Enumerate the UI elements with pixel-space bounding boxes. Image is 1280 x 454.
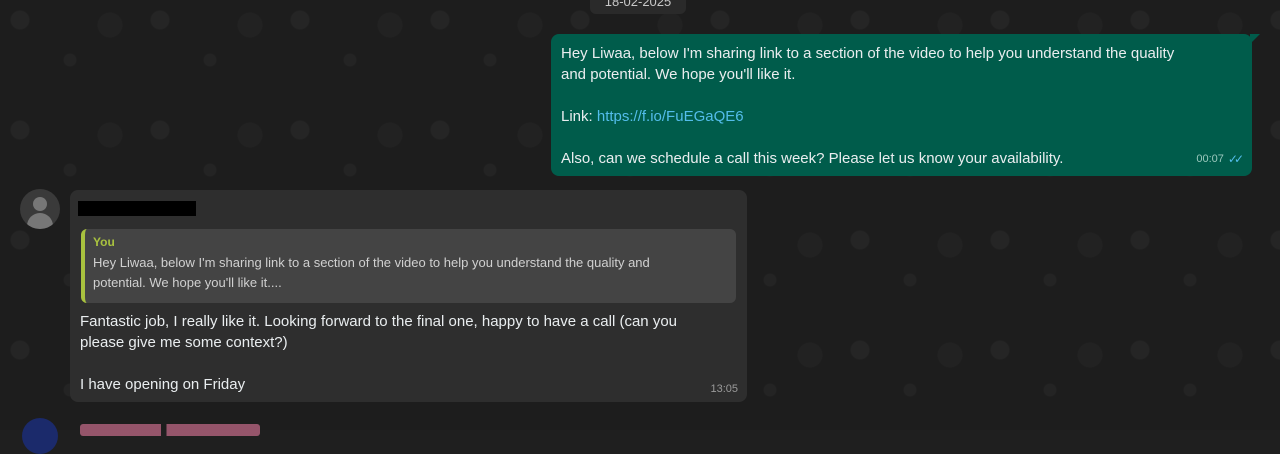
double-check-read-icon: ✓✓ [1227, 152, 1244, 166]
message-text-line: Also, can we schedule a call this week? … [561, 150, 1064, 167]
next-sender-name [80, 424, 260, 436]
sender-name-redacted [78, 201, 196, 216]
message-text-line: Hey Liwaa, below I'm sharing link to a s… [561, 45, 1175, 62]
message-text-line: and potential. We hope you'll like it. [561, 66, 796, 83]
incoming-message-text: Fantastic job, I really like it. Looking… [80, 311, 730, 395]
message-text-line: I have opening on Friday [80, 376, 246, 393]
message-text-line: Fantastic job, I really like it. Looking… [80, 313, 677, 330]
message-text-line: please give me some context?) [80, 334, 288, 351]
message-time: 13:05 [710, 383, 738, 395]
avatar-head [33, 197, 47, 211]
message-link-line: Link: https://f.io/FuEGaQE6 [561, 106, 1242, 127]
outgoing-message-bubble[interactable]: Hey Liwaa, below I'm sharing link to a s… [551, 34, 1260, 176]
date-separator: 18-02-2025 [590, 0, 686, 14]
message-link[interactable]: https://f.io/FuEGaQE6 [597, 108, 744, 125]
message-time: 00:07 [1196, 153, 1224, 165]
next-sender-avatar[interactable] [22, 418, 58, 454]
incoming-message-bubble[interactable]: You Hey Liwaa, below I'm sharing link to… [70, 190, 747, 402]
message-meta: 00:07 ✓✓ [1196, 149, 1244, 170]
quoted-author: You [93, 235, 115, 249]
link-label: Link: [561, 108, 597, 125]
contact-avatar[interactable] [20, 189, 60, 229]
quoted-text: Hey Liwaa, below I'm sharing link to a s… [93, 255, 650, 290]
quoted-message[interactable]: You Hey Liwaa, below I'm sharing link to… [81, 229, 736, 303]
avatar-body [27, 213, 53, 229]
